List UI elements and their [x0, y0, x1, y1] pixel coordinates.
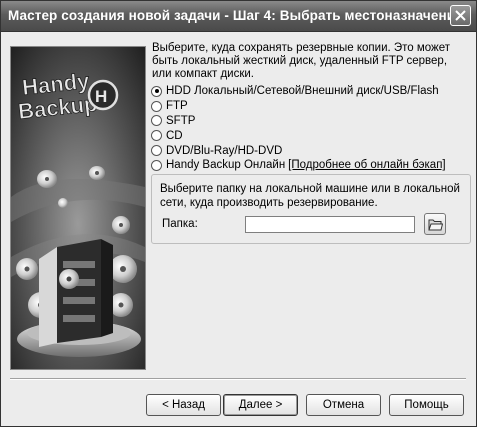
folder-label: Папка: — [162, 218, 198, 230]
button-divider — [10, 378, 466, 380]
browse-folder-button[interactable] — [424, 213, 446, 235]
radio-button[interactable] — [151, 159, 162, 171]
svg-text:H: H — [95, 87, 107, 106]
intro-text: Выберите, куда сохранять резервные копии… — [152, 42, 451, 80]
folder-path-input[interactable] — [245, 216, 415, 233]
cancel-button[interactable]: Отмена — [306, 394, 381, 416]
folder-panel: Выберите папку на локальной машине или в… — [151, 174, 471, 244]
option-label: CD — [166, 129, 183, 142]
option-ftp[interactable]: FTP — [151, 99, 471, 114]
radio-button[interactable] — [151, 130, 162, 142]
title-bar: Мастер создания новой задачи - Шаг 4: Вы… — [1, 1, 476, 32]
option-label: Handy Backup Онлайн — [166, 159, 286, 172]
folder-icon — [428, 219, 443, 231]
window-title: Мастер создания новой задачи - Шаг 4: Вы… — [8, 8, 463, 23]
wizard-content: Handy Backup H Выберите, куда сохранять … — [1, 32, 476, 426]
folder-description: Выберите папку на локальной машине или в… — [160, 183, 460, 209]
radio-button[interactable] — [151, 145, 162, 157]
option-sftp[interactable]: SFTP — [151, 114, 471, 129]
option-label: HDD Локальный/Сетевой/Внешний диск/USB/F… — [166, 85, 439, 98]
radio-button[interactable] — [151, 115, 162, 127]
online-details-link[interactable]: [Подробнее об онлайн бэкап] — [288, 159, 445, 171]
banner-artwork: Handy Backup H — [11, 47, 145, 369]
cabinet-illustration — [39, 239, 113, 347]
radio-button[interactable] — [151, 100, 162, 112]
option-cd[interactable]: CD — [151, 128, 471, 143]
option-online[interactable]: Handy Backup Онлайн [Подробнее об онлайн… — [151, 158, 471, 173]
wizard-window: Мастер создания новой задачи - Шаг 4: Вы… — [0, 0, 477, 427]
close-icon — [455, 10, 466, 21]
next-button[interactable]: Далее > — [223, 394, 298, 416]
option-label: DVD/Blu-Ray/HD-DVD — [166, 144, 283, 157]
destination-options: HDD Локальный/Сетевой/Внешний диск/USB/F… — [151, 84, 471, 173]
help-button[interactable]: Помощь — [389, 394, 464, 416]
handy-backup-banner: Handy Backup H — [10, 46, 146, 370]
option-label: FTP — [166, 100, 188, 113]
close-button[interactable] — [450, 5, 471, 26]
option-dvd[interactable]: DVD/Blu-Ray/HD-DVD — [151, 143, 471, 158]
option-hdd[interactable]: HDD Локальный/Сетевой/Внешний диск/USB/F… — [151, 84, 471, 99]
back-button[interactable]: < Назад — [146, 394, 221, 416]
radio-button[interactable] — [151, 85, 162, 97]
option-label: SFTP — [166, 114, 196, 127]
